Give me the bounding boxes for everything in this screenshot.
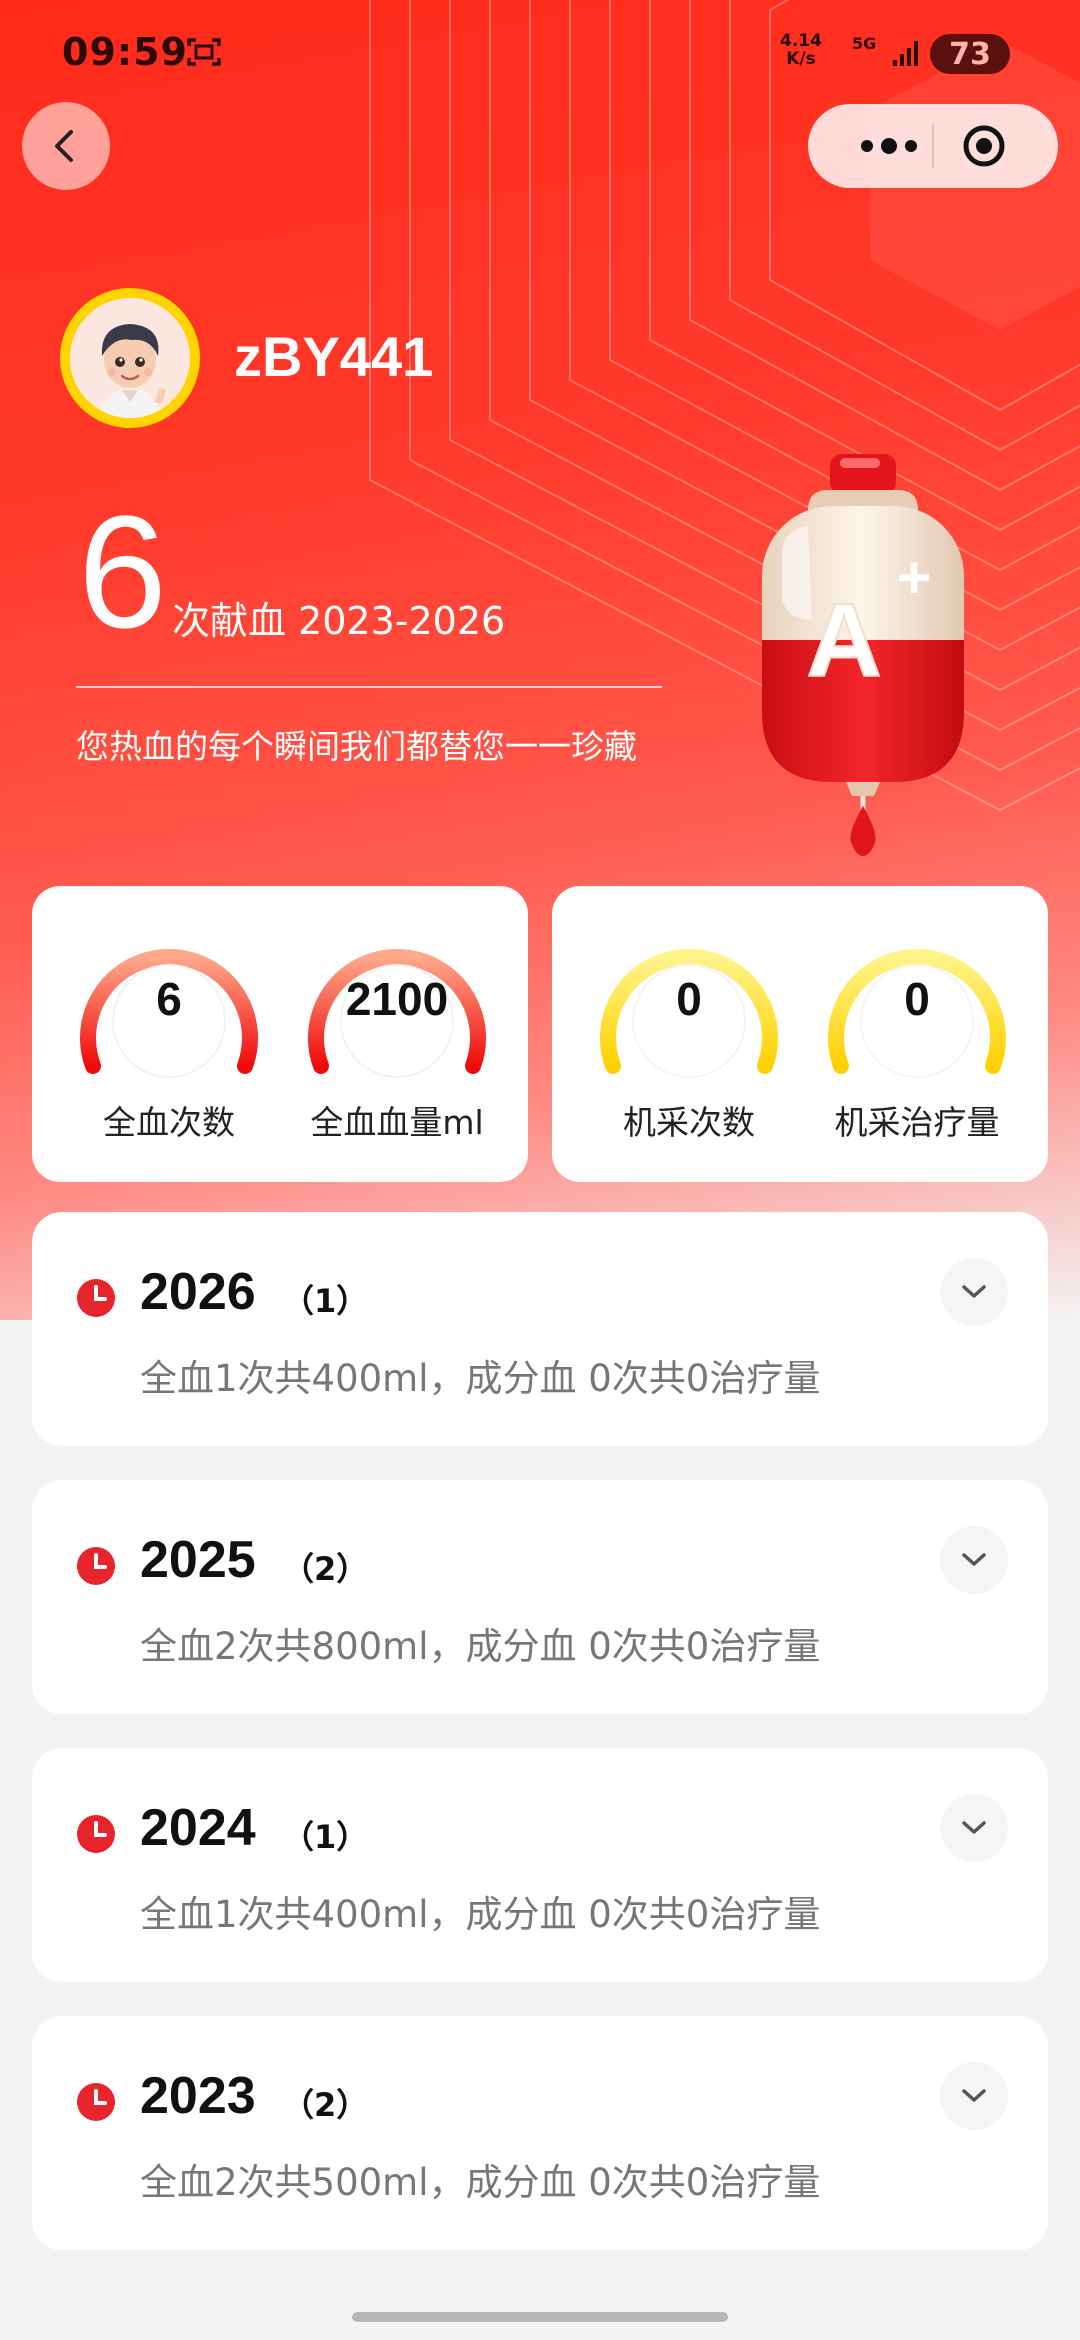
network-speed-value: 4.14 [780,31,822,51]
expand-button[interactable] [940,2062,1008,2130]
year-detail: 全血1次共400ml，成分血 0次共0治疗量 [140,1357,821,1400]
year-card-2025[interactable]: 2025 （2） 全血2次共800ml，成分血 0次共0治疗量 [32,1480,1048,1714]
signal-icon [893,41,918,66]
expand-button[interactable] [940,1794,1008,1862]
network-speed: 4.14 K/s [780,32,822,68]
year-title: 2026 [140,1263,256,1321]
mini-program-capsule [808,104,1058,188]
clock-icon [77,1279,115,1317]
battery-indicator: 73 [930,34,1010,74]
year-card-2023[interactable]: 2023 （2） 全血2次共500ml，成分血 0次共0治疗量 [32,2016,1048,2250]
expand-button[interactable] [940,1526,1008,1594]
svg-text:A: A [806,583,881,699]
gauge-label: 机采次数 [623,1103,755,1142]
apheresis-stats-card: 0 机采次数 0 机采治疗量 [552,886,1048,1182]
year-title: 2025 [140,1531,256,1589]
chevron-left-icon [55,130,73,162]
year-donation-count: （1） [282,1282,369,1320]
capsule-divider [932,124,934,168]
summary-divider [76,686,662,688]
year-donation-count: （2） [282,1550,369,1588]
screenshot-indicator-icon [187,38,221,66]
year-donation-count: （2） [282,2086,369,2124]
slogan: 您热血的每个瞬间我们都替您一一珍藏 [76,727,637,766]
status-time: 09:59 [62,30,188,74]
blood-bag-illustration: A + [762,454,964,856]
gauge-whole-blood-volume: 2100 [304,928,490,1078]
year-card-2024[interactable]: 2024 （1） 全血1次共400ml，成分血 0次共0治疗量 [32,1748,1048,1982]
gauge-value: 2100 [345,973,449,1025]
avatar-cartoon-boy-icon [70,298,190,418]
donation-count-suffix: 次献血 2023-2026 [172,599,506,643]
gauge-label: 全血血量ml [310,1103,484,1142]
clock-icon [77,2083,115,2121]
chevron-down-icon [962,1821,986,1834]
avatar-image [70,298,190,418]
donation-count: 6 [78,482,167,661]
gauge-label: 全血次数 [103,1103,235,1142]
network-type: 5G [852,34,877,53]
gauge-whole-blood-count: 6 [76,928,262,1078]
gauge-value: 6 [156,973,182,1025]
chevron-down-icon [962,2089,986,2102]
gauge-apheresis-count: 0 [596,928,782,1078]
clock-icon [77,1547,115,1585]
year-donation-count: （1） [282,1818,369,1856]
year-title: 2024 [140,1799,256,1857]
home-indicator[interactable] [352,2312,728,2322]
username: zBY441 [234,325,434,388]
avatar[interactable] [60,288,200,428]
battery-level: 73 [949,36,991,72]
whole-blood-stats-card: 6 全血次数 2100 全血血量ml [32,886,528,1182]
gauge-label: 机采治疗量 [834,1103,1000,1142]
year-card-2026[interactable]: 2026 （1） 全血1次共400ml，成分血 0次共0治疗量 [32,1212,1048,1446]
year-title: 2023 [140,2067,256,2125]
more-button[interactable] [844,126,934,166]
year-detail: 全血1次共400ml，成分血 0次共0治疗量 [140,1893,821,1936]
gauge-apheresis-volume: 0 [824,928,1010,1078]
clock-icon [77,1815,115,1853]
status-bar: 09:59 4.14 K/s 5G 73 [0,0,1080,110]
expand-button[interactable] [940,1258,1008,1326]
svg-text:+: + [896,544,931,611]
year-detail: 全血2次共800ml，成分血 0次共0治疗量 [140,1625,821,1668]
gauge-value: 0 [676,973,702,1025]
back-button[interactable] [22,102,110,190]
network-speed-unit: K/s [786,49,816,69]
chevron-down-icon [962,1553,986,1566]
gauge-value: 0 [904,973,930,1025]
more-dots-icon [861,138,917,154]
close-mini-program-icon[interactable] [962,124,1006,168]
chevron-down-icon [962,1285,986,1298]
year-detail: 全血2次共500ml，成分血 0次共0治疗量 [140,2161,821,2204]
